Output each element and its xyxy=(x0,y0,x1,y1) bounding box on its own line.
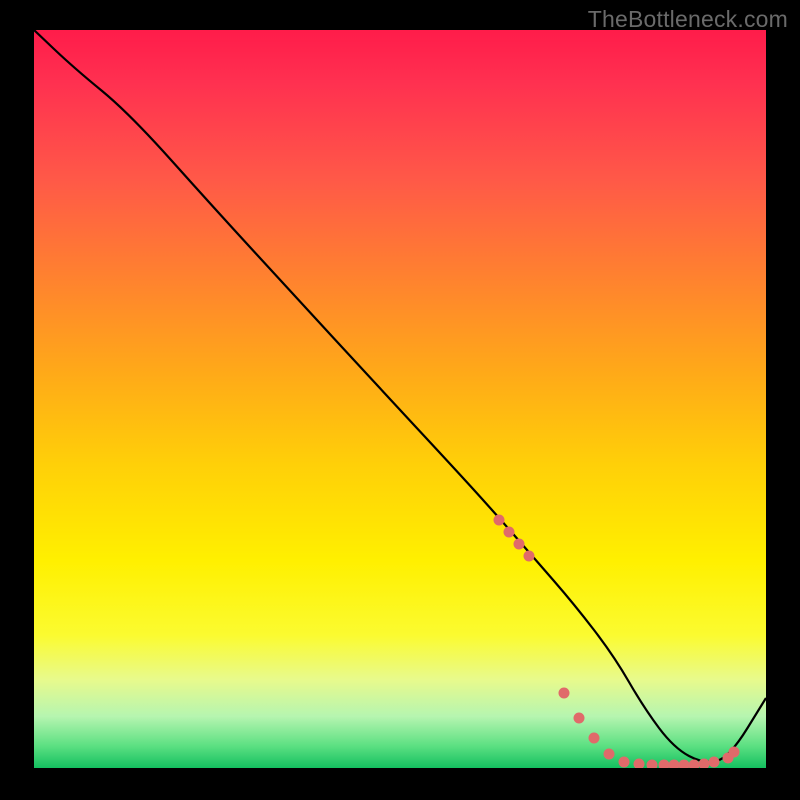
highlight-dot xyxy=(504,527,515,538)
highlight-dot xyxy=(709,757,720,768)
highlight-dot xyxy=(514,539,525,550)
highlight-dot xyxy=(634,759,645,769)
highlight-dot xyxy=(669,760,680,769)
highlight-dot xyxy=(589,733,600,744)
highlight-dot xyxy=(647,760,658,769)
highlight-markers xyxy=(494,515,740,769)
highlight-dot xyxy=(604,749,615,760)
highlight-dot xyxy=(559,688,570,699)
highlight-dot xyxy=(524,551,535,562)
highlight-dot xyxy=(494,515,505,526)
chart-svg xyxy=(34,30,766,768)
watermark-text: TheBottleneck.com xyxy=(588,6,788,33)
chart-stage: TheBottleneck.com xyxy=(0,0,800,800)
bottleneck-curve xyxy=(34,30,766,762)
highlight-dot xyxy=(729,747,740,758)
plot-area xyxy=(34,30,766,768)
highlight-dot xyxy=(679,760,690,769)
highlight-dot xyxy=(659,760,670,769)
highlight-dot xyxy=(619,757,630,768)
highlight-dot xyxy=(574,713,585,724)
